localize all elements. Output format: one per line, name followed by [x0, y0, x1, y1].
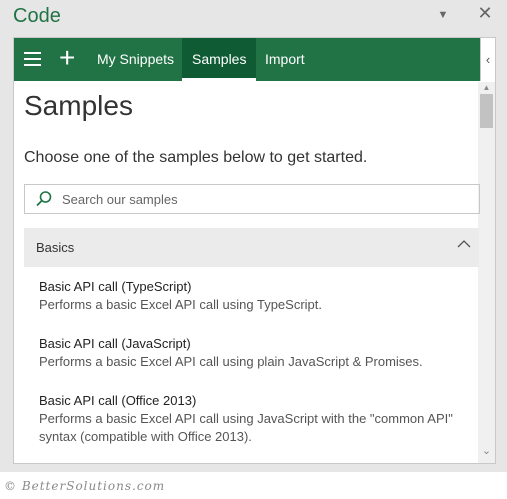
scrollbar-thumb[interactable] [480, 94, 493, 128]
item-description: Performs a basic Excel API call using Ja… [39, 411, 453, 444]
tab-import[interactable]: Import [255, 38, 315, 81]
scroll-up-icon[interactable]: ▲ [478, 82, 495, 94]
watermark: © BetterSolutions.com [4, 479, 166, 493]
tab-my-snippets[interactable]: My Snippets [87, 38, 184, 81]
pane-options-icon[interactable]: ▼ [434, 6, 452, 24]
section-header-basics[interactable]: Basics [24, 228, 479, 267]
task-pane: Code ▼ ✕ + My Snippets Samples Import ‹ … [0, 0, 507, 472]
add-icon[interactable]: + [59, 43, 75, 73]
scrollbar[interactable] [478, 82, 495, 463]
page-title: Samples [24, 90, 133, 121]
item-description: Performs a basic Excel API call using Ty… [39, 297, 322, 312]
list-item[interactable]: Basic API call (Office 2013) Performs a … [39, 392, 469, 446]
collapse-icon[interactable]: ‹ [480, 38, 495, 81]
item-title: Basic API call (TypeScript) [39, 279, 192, 294]
search-icon [36, 191, 52, 207]
hamburger-icon[interactable] [24, 52, 41, 70]
scroll-down-icon[interactable]: ⌄ [478, 444, 495, 458]
section-label: Basics [36, 240, 75, 255]
search-box[interactable]: Search our samples [24, 184, 480, 214]
list-item[interactable]: Basic API call (JavaScript) Performs a b… [39, 335, 469, 371]
page-subtitle: Choose one of the samples below to get s… [24, 149, 368, 166]
search-input[interactable]: Search our samples [62, 192, 178, 207]
item-title: Basic API call (JavaScript) [39, 336, 191, 351]
item-description: Performs a basic Excel API call using pl… [39, 354, 423, 369]
code-frame: + My Snippets Samples Import ‹ ▲ ⌄ Sampl… [13, 37, 496, 464]
close-icon[interactable]: ✕ [476, 4, 494, 22]
item-title: Basic API call (Office 2013) [39, 393, 197, 408]
top-navbar: + My Snippets Samples Import [14, 38, 480, 81]
chevron-up-icon[interactable] [456, 236, 472, 252]
pane-title: Code [13, 5, 61, 27]
tab-samples[interactable]: Samples [182, 38, 257, 81]
list-item[interactable]: Basic API call (TypeScript) Performs a b… [39, 278, 469, 314]
